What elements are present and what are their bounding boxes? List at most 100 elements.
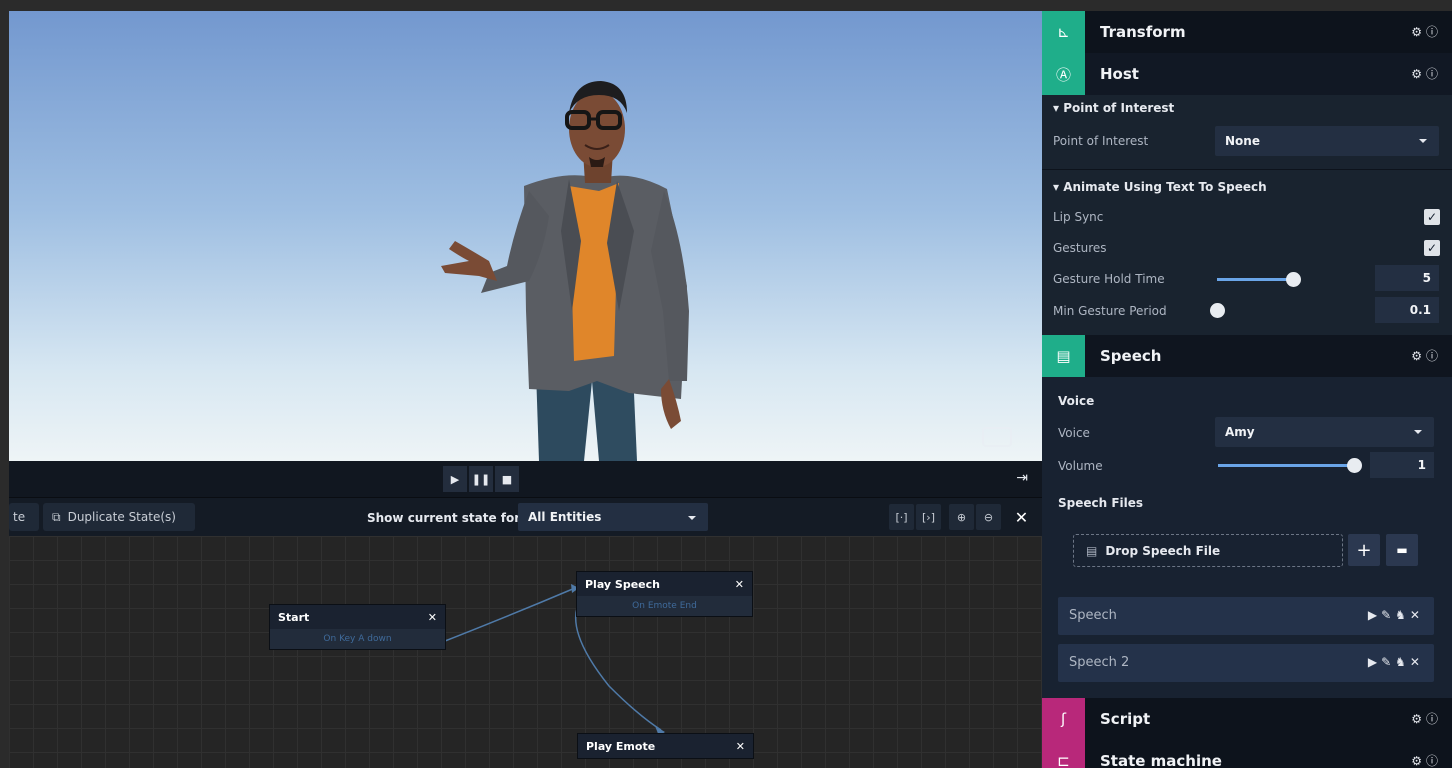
zoom-out-icon[interactable]: ⊖	[976, 504, 1001, 530]
fit-selection-icon[interactable]: [·]	[889, 504, 914, 530]
voice-section-title: Voice	[1058, 394, 1095, 408]
state-machine-icon: ⊏	[1042, 740, 1085, 768]
volume-value: 1	[1417, 458, 1426, 472]
close-icon[interactable]: ✕	[428, 611, 437, 624]
transform-component-header[interactable]: ⊾ Transform ⚙ⓘ	[1042, 11, 1452, 53]
scene-viewport[interactable]	[9, 11, 1042, 461]
poi-label: Point of Interest	[1053, 134, 1149, 148]
slider-knob[interactable]	[1210, 303, 1225, 318]
pause-icon[interactable]: ❚❚	[469, 466, 493, 492]
show-state-label: Show current state for:	[367, 511, 525, 525]
component-actions-icon[interactable]: ⚙ⓘ	[1411, 65, 1442, 82]
slider-knob[interactable]	[1286, 272, 1301, 287]
gesture-hold-input[interactable]: 5	[1375, 265, 1439, 291]
min-gesture-period-slider[interactable]	[1210, 303, 1297, 318]
close-icon[interactable]: ✕	[735, 578, 744, 591]
state-node-start[interactable]: Start ✕ On Key A down	[269, 604, 446, 650]
playback-bar: ▶ ❚❚ ■ ⇥	[9, 461, 1042, 497]
close-icon[interactable]: ✕	[736, 740, 745, 753]
close-icon[interactable]: ✕	[1009, 504, 1034, 530]
transform-icon: ⊾	[1042, 11, 1085, 53]
script-title: Script	[1100, 710, 1151, 728]
partial-button[interactable]: te	[9, 503, 39, 531]
speech-file-name: Speech	[1069, 608, 1117, 623]
fit-all-icon[interactable]: [›]	[916, 504, 941, 530]
entity-select[interactable]: All Entities	[518, 503, 708, 531]
speech-title: Speech	[1100, 347, 1162, 365]
node-transition: On Key A down	[270, 629, 445, 649]
state-machine-component-header[interactable]: ⊏ State machine ⚙ⓘ	[1042, 740, 1452, 768]
poi-value: None	[1225, 134, 1260, 148]
poi-section-title: Point of Interest	[1063, 101, 1175, 115]
tts-section-title: Animate Using Text To Speech	[1063, 180, 1267, 194]
poi-section-header[interactable]: ▾ Point of Interest	[1053, 101, 1174, 115]
lip-sync-label: Lip Sync	[1053, 210, 1104, 224]
speech-file-actions-icon[interactable]: ▶✎♞✕	[1368, 608, 1424, 622]
node-transition: On Emote End	[577, 596, 752, 616]
min-gesture-period-input[interactable]: 0.1	[1375, 297, 1439, 323]
gestures-label: Gestures	[1053, 241, 1107, 255]
speech-component-header[interactable]: ▤ Speech ⚙ⓘ	[1042, 335, 1452, 377]
speech-file-item[interactable]: Speech 2 ▶✎♞✕	[1058, 644, 1434, 682]
node-title: Start	[278, 610, 310, 624]
folder-icon[interactable]: ▬	[1386, 534, 1418, 566]
state-machine-toolbar: te ⧉ Duplicate State(s) Show current sta…	[9, 497, 1042, 536]
script-icon: ʃ	[1042, 698, 1085, 740]
volume-slider[interactable]	[1218, 458, 1362, 473]
drop-speech-file-zone[interactable]: ▤ Drop Speech File	[1073, 534, 1343, 567]
inspector-panel: ⊾ Transform ⚙ⓘ Ⓐ Host ⚙ⓘ ▾ Point of Inte…	[1042, 11, 1452, 768]
entity-select-value: All Entities	[528, 510, 602, 524]
component-actions-icon[interactable]: ⚙ⓘ	[1411, 23, 1442, 40]
state-node-play-speech[interactable]: Play Speech ✕ On Emote End	[576, 571, 753, 617]
script-component-header[interactable]: ʃ Script ⚙ⓘ	[1042, 698, 1452, 740]
host-character	[441, 81, 689, 461]
duplicate-label: Duplicate State(s)	[67, 510, 176, 524]
voice-value: Amy	[1225, 425, 1255, 439]
host-title: Host	[1100, 65, 1139, 83]
tts-section-header[interactable]: ▾ Animate Using Text To Speech	[1053, 180, 1267, 194]
play-icon[interactable]: ▶	[443, 466, 467, 492]
component-actions-icon[interactable]: ⚙ⓘ	[1411, 347, 1442, 364]
speech-bubble-icon: ▤	[1086, 543, 1098, 558]
node-title: Play Emote	[586, 739, 656, 753]
drop-speech-file-label: Drop Speech File	[1105, 543, 1221, 558]
exit-icon[interactable]: ⇥	[1016, 470, 1028, 486]
add-icon[interactable]: +	[1348, 534, 1380, 566]
speech-file-name: Speech 2	[1069, 655, 1130, 670]
voice-label: Voice	[1058, 426, 1090, 440]
transform-title: Transform	[1100, 23, 1186, 41]
gesture-hold-slider[interactable]	[1217, 272, 1301, 287]
min-gesture-period-value: 0.1	[1409, 303, 1431, 317]
voice-select[interactable]: Amy	[1215, 417, 1434, 447]
graph-connections	[444, 584, 665, 736]
divider	[1042, 169, 1452, 170]
duplicate-icon: ⧉	[52, 509, 61, 524]
gesture-hold-label: Gesture Hold Time	[1053, 272, 1165, 286]
stop-icon[interactable]: ■	[495, 466, 519, 492]
min-gesture-period-label: Min Gesture Period	[1053, 304, 1167, 318]
slider-fill	[1218, 464, 1354, 467]
speech-file-actions-icon[interactable]: ▶✎♞✕	[1368, 655, 1424, 669]
duplicate-state-button[interactable]: ⧉ Duplicate State(s)	[43, 503, 195, 531]
component-actions-icon[interactable]: ⚙ⓘ	[1411, 752, 1442, 768]
slider-knob[interactable]	[1347, 458, 1362, 473]
node-title: Play Speech	[585, 577, 660, 591]
zoom-in-icon[interactable]: ⊕	[949, 504, 974, 530]
vr-headset-icon[interactable]	[982, 427, 1012, 447]
speech-file-item[interactable]: Speech ▶✎♞✕	[1058, 597, 1434, 635]
partial-button-label: te	[13, 510, 26, 524]
speech-bubble-icon: ▤	[1042, 335, 1085, 377]
gesture-hold-value: 5	[1422, 271, 1431, 285]
host-component-header[interactable]: Ⓐ Host ⚙ⓘ	[1042, 53, 1452, 95]
gestures-checkbox[interactable]: ✓	[1424, 240, 1440, 256]
component-actions-icon[interactable]: ⚙ⓘ	[1411, 710, 1442, 727]
volume-label: Volume	[1058, 459, 1103, 473]
state-graph-canvas[interactable]: Start ✕ On Key A down Play Speech ✕ On Emo…	[9, 536, 1042, 768]
state-node-play-emote[interactable]: Play Emote ✕	[577, 733, 754, 759]
lip-sync-checkbox[interactable]: ✓	[1424, 209, 1440, 225]
volume-input[interactable]: 1	[1370, 452, 1434, 478]
state-machine-title: State machine	[1100, 752, 1222, 768]
poi-select[interactable]: None	[1215, 126, 1439, 156]
slider-fill	[1217, 278, 1293, 281]
speech-files-title: Speech Files	[1058, 496, 1144, 510]
